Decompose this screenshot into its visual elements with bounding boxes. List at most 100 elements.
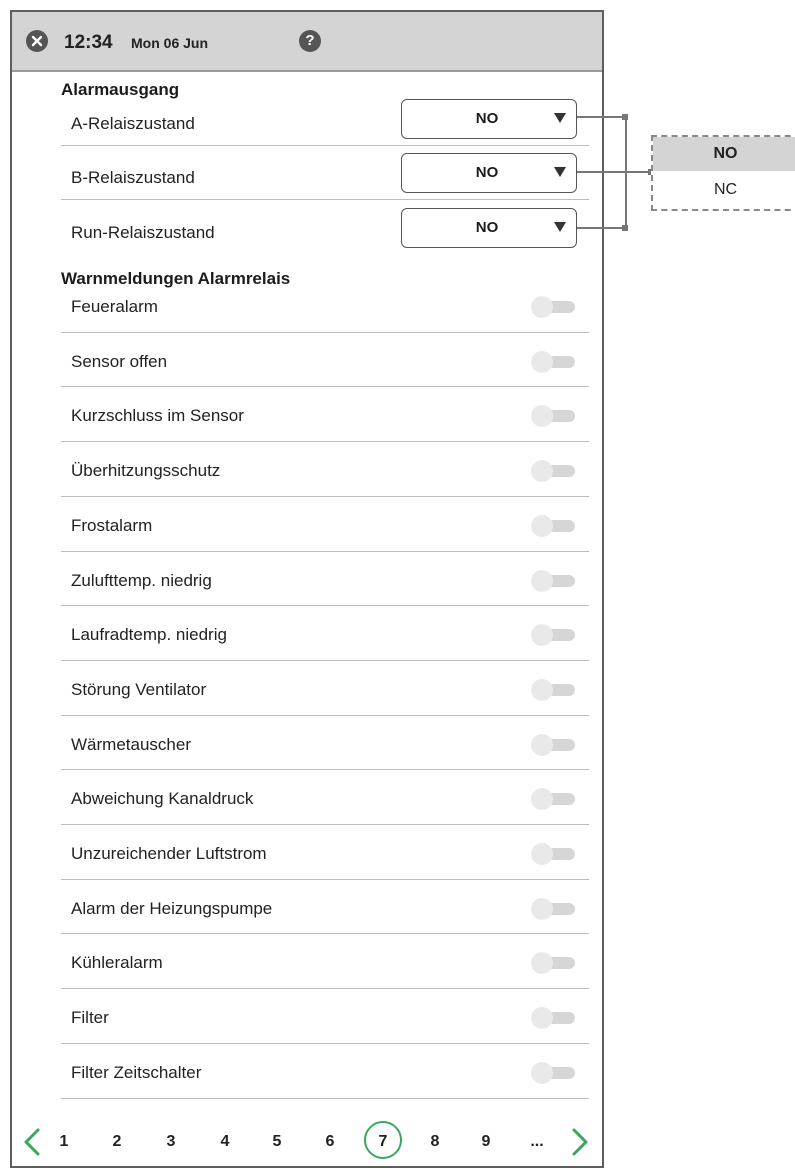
relay-a-select[interactable]: NO	[401, 99, 577, 139]
toggle-knob	[531, 350, 553, 373]
warning-label: Frostalarm	[71, 515, 153, 535]
warning-label: Zulufttemp. niedrig	[71, 570, 212, 590]
row-divider	[61, 714, 589, 716]
row-divider	[61, 605, 589, 607]
chevron-right-icon[interactable]	[570, 1127, 590, 1157]
warning-toggle[interactable]	[531, 952, 577, 975]
warning-toggle[interactable]	[531, 733, 577, 756]
warning-label: Filter Zeitschalter	[71, 1062, 202, 1082]
page-more[interactable]: ...	[522, 1133, 552, 1151]
warning-toggle[interactable]	[531, 405, 577, 428]
settings-panel: 12:34 Mon 06 Jun ? Alarmausgang A-Relais…	[10, 10, 604, 1168]
page-number[interactable]: 9	[471, 1133, 501, 1151]
warning-row: Filter	[61, 1000, 589, 1055]
warning-toggle[interactable]	[531, 788, 577, 811]
toggle-knob	[531, 678, 553, 701]
connector-line	[577, 116, 625, 118]
warning-toggle[interactable]	[531, 897, 577, 920]
close-icon[interactable]	[26, 30, 48, 52]
warning-row: Überhitzungsschutz	[61, 453, 589, 508]
relay-label: Run-Relaiszustand	[71, 223, 215, 242]
page-number[interactable]: 6	[315, 1133, 345, 1151]
row-divider	[61, 1042, 589, 1044]
warning-row: Frostalarm	[61, 508, 589, 563]
warning-toggle[interactable]	[531, 843, 577, 865]
section-title-alarm-output: Alarmausgang	[61, 80, 180, 99]
row-divider	[61, 933, 589, 935]
option-no[interactable]: NO	[653, 137, 795, 171]
warning-label: Überhitzungsschutz	[71, 461, 221, 481]
warning-row: Filter Zeitschalter	[61, 1055, 589, 1110]
relay-b-select[interactable]: NO	[401, 153, 577, 193]
row-divider	[61, 550, 589, 552]
help-icon[interactable]: ?	[299, 30, 321, 52]
warning-toggle[interactable]	[531, 350, 577, 373]
warning-row: Alarm der Heizungspumpe	[61, 891, 589, 946]
warning-label: Kühleralarm	[71, 953, 163, 973]
warning-toggle[interactable]	[531, 624, 577, 647]
warning-toggle[interactable]	[531, 569, 577, 592]
page-number[interactable]: 8	[420, 1133, 450, 1151]
warning-label: Filter	[71, 1008, 109, 1028]
row-divider	[61, 441, 589, 443]
pagination: 1 2 3 4 5 6 7 8 9...	[12, 1117, 606, 1167]
connector-line	[577, 227, 625, 229]
warning-label: Alarm der Heizungspumpe	[71, 898, 273, 918]
warning-row: Störung Ventilator	[61, 672, 589, 727]
chevron-down-icon	[554, 167, 566, 177]
relay-label: A-Relaiszustand	[71, 114, 195, 133]
toggle-knob	[531, 733, 553, 756]
chevron-down-icon	[554, 222, 566, 232]
page-number[interactable]: 3	[156, 1133, 186, 1151]
warning-row: Unzureichender Luftstrom	[61, 836, 589, 891]
warning-label: Wärmetauscher	[71, 734, 191, 754]
warning-toggle[interactable]	[531, 514, 577, 537]
warning-label: Kurzschluss im Sensor	[71, 406, 244, 426]
row-divider	[61, 331, 589, 333]
chevron-left-icon[interactable]	[22, 1127, 42, 1157]
connector-dot	[622, 114, 628, 120]
row-divider	[61, 145, 589, 146]
row-divider	[61, 1097, 589, 1099]
warning-toggle[interactable]	[531, 460, 577, 483]
warning-toggle[interactable]	[531, 1061, 577, 1084]
header-bar: 12:34 Mon 06 Jun ?	[12, 12, 602, 72]
page-number[interactable]: 4	[210, 1133, 240, 1151]
warning-row: Feueralarm	[61, 289, 589, 344]
select-value: NO	[475, 110, 499, 127]
page-number[interactable]: 2	[102, 1133, 132, 1151]
warning-label: Unzureichender Luftstrom	[71, 844, 267, 863]
row-divider	[61, 495, 589, 497]
relay-run-select[interactable]: NO	[401, 208, 577, 248]
connector-dot	[622, 225, 628, 231]
warning-label: Laufradtemp. niedrig	[71, 625, 227, 645]
connector-line	[625, 116, 627, 229]
relay-dropdown-options: NO NC	[651, 135, 795, 211]
toggle-knob	[531, 569, 553, 592]
page-number[interactable]: 1	[49, 1133, 79, 1151]
warning-row: Sensor offen	[61, 344, 589, 399]
toggle-knob	[531, 897, 553, 920]
warning-label: Feueralarm	[71, 297, 158, 316]
page-number[interactable]: 5	[262, 1133, 292, 1151]
warning-toggle[interactable]	[531, 296, 577, 318]
warning-toggle[interactable]	[531, 678, 577, 701]
page-number[interactable]: 7	[368, 1133, 398, 1151]
row-divider	[61, 769, 589, 771]
warning-toggle[interactable]	[531, 1007, 577, 1030]
toggle-knob	[531, 1061, 553, 1084]
warning-label: Sensor offen	[71, 351, 168, 371]
clock-date: Mon 06 Jun	[131, 35, 209, 51]
clock-time: 12:34	[64, 32, 113, 53]
option-nc[interactable]: NC	[653, 173, 795, 207]
row-divider	[61, 199, 589, 200]
relay-label: B-Relaiszustand	[71, 168, 195, 187]
row-divider	[61, 386, 589, 388]
warning-row: Kurzschluss im Sensor	[61, 398, 589, 453]
toggle-knob	[531, 1007, 553, 1030]
warning-row: Abweichung Kanaldruck	[61, 781, 589, 836]
row-divider	[61, 824, 589, 825]
warning-row: Kühleralarm	[61, 945, 589, 1000]
toggle-knob	[531, 952, 553, 975]
select-value: NO	[475, 164, 499, 181]
